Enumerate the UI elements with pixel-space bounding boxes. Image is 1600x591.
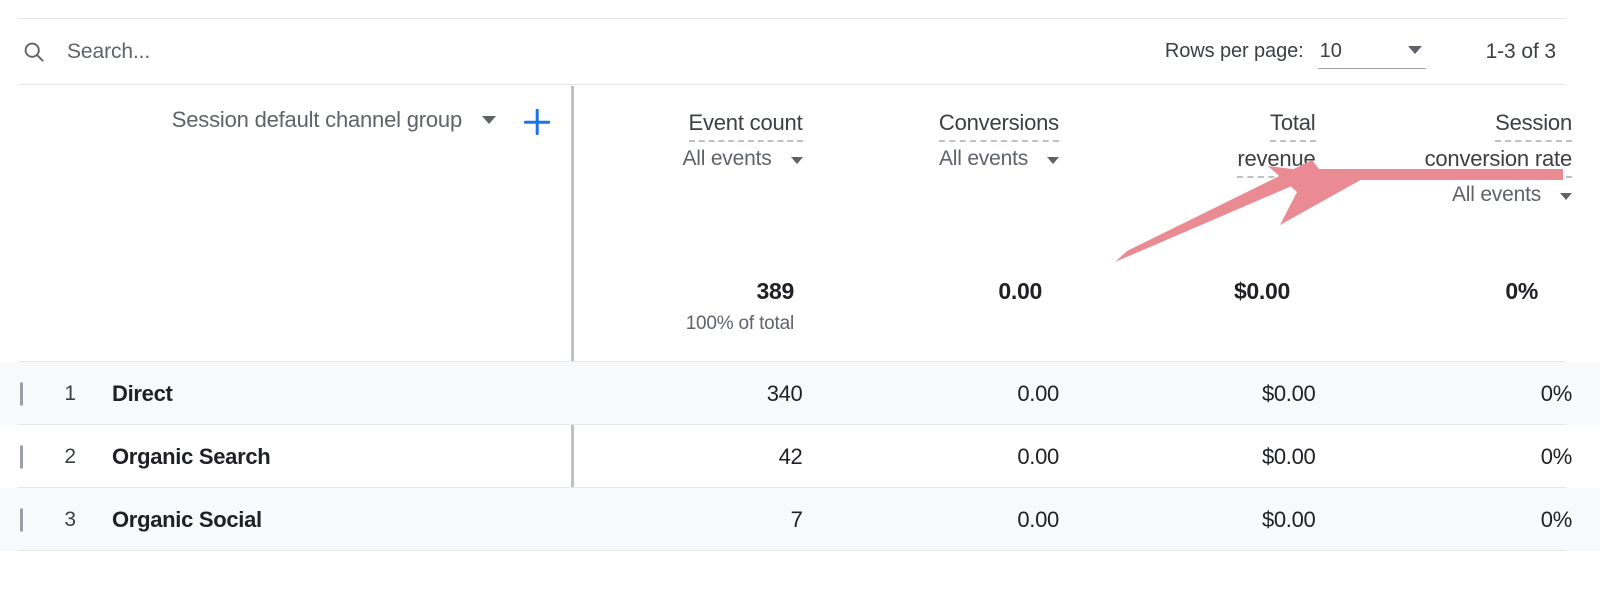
row-metric-session-conversion-rate: 0% (1540, 443, 1573, 469)
chevron-down-icon (1047, 157, 1059, 164)
report-table: Rows per page: 10 1-3 of 3 Session defau… (0, 0, 1600, 591)
row-index: 1 (64, 381, 76, 405)
metric-subselector-label: All events (938, 147, 1028, 170)
row-index: 2 (64, 444, 76, 468)
total-subtext: 100% of total (685, 313, 795, 334)
metric-header-title: revenue (1237, 142, 1316, 178)
search-input[interactable] (67, 39, 487, 64)
metric-subselector[interactable]: All events (1452, 183, 1572, 207)
plus-icon[interactable] (522, 107, 552, 137)
row-metric-conversions: 0.00 (1017, 506, 1059, 532)
metric-header-title: Session (1495, 106, 1572, 142)
chevron-down-icon (790, 157, 803, 164)
total-value: 0.00 (998, 278, 1042, 304)
row-metric-total-revenue: $0.00 (1261, 506, 1316, 532)
row-metric-event-count: 42 (778, 443, 803, 469)
row-metrics: 42 0.00 $0.00 0% (574, 444, 1600, 470)
table-toolbar: Rows per page: 10 1-3 of 3 (18, 18, 1566, 85)
chevron-down-icon (1560, 193, 1572, 200)
row-metric-total-revenue: $0.00 (1261, 380, 1316, 406)
totals-row: 389 100% of total 0.00 $0.00 0% (18, 265, 1566, 362)
row-label[interactable]: Organic Search (76, 444, 574, 470)
row-index: 3 (64, 507, 76, 531)
table-row[interactable]: 3 Organic Social 7 0.00 $0.00 0% (0, 488, 1600, 551)
metric-subselector[interactable]: All events (939, 147, 1059, 171)
rows-per-page-select[interactable]: 10 (1317, 35, 1426, 69)
total-cell-event-count: 389 100% of total (574, 265, 822, 361)
total-cell-conversions: 0.00 (822, 265, 1070, 361)
row-metric-session-conversion-rate: 0% (1540, 380, 1573, 406)
row-metric-total-revenue: $0.00 (1261, 443, 1316, 469)
chevron-down-icon[interactable] (482, 116, 496, 124)
total-value: 0% (1505, 278, 1538, 304)
row-metrics: 7 0.00 $0.00 0% (574, 507, 1600, 533)
totals-dimension-cell (18, 265, 572, 361)
search-area[interactable] (18, 19, 1165, 84)
table-row[interactable]: 1 Direct 340 0.00 $0.00 0% (0, 362, 1600, 425)
metric-header-title: Event count (688, 106, 803, 142)
row-metric-conversions: 0.00 (1017, 443, 1059, 469)
metric-header-title: Conversions (938, 106, 1059, 142)
rows-per-page-label: Rows per page: (1164, 40, 1304, 62)
total-cell-total-revenue: $0.00 (1070, 265, 1318, 361)
pagination-range: 1-3 of 3 (1485, 39, 1557, 63)
chevron-down-icon (1407, 46, 1422, 54)
row-divider (18, 550, 1566, 551)
dimension-header-label: Session default channel group (171, 107, 462, 132)
metric-header-title: conversion rate (1424, 142, 1572, 178)
row-checkbox-icon[interactable] (20, 445, 23, 468)
total-value: 389 (756, 278, 795, 304)
metric-subselector-label: All events (1451, 183, 1541, 206)
search-icon (24, 42, 44, 62)
row-metric-event-count: 340 (766, 380, 803, 406)
total-cell-session-conversion-rate: 0% (1318, 265, 1566, 361)
table-body: 1 Direct 340 0.00 $0.00 0% 2 Organic Sea… (0, 362, 1600, 551)
row-metric-event-count: 7 (790, 506, 803, 532)
totals-metric-cells: 389 100% of total 0.00 $0.00 0% (572, 265, 1566, 361)
row-checkbox-icon[interactable] (20, 508, 23, 531)
total-value: $0.00 (1233, 278, 1290, 304)
row-label[interactable]: Direct (76, 381, 574, 407)
metric-subselector[interactable]: All events (682, 147, 803, 171)
row-checkbox-icon[interactable] (20, 382, 23, 405)
row-label[interactable]: Organic Social (76, 507, 574, 533)
metric-header-title: Total (1270, 106, 1316, 142)
metric-subselector-label: All events (682, 147, 772, 170)
pagination-controls: Rows per page: 10 1-3 of 3 (1165, 35, 1566, 69)
table-row[interactable]: 2 Organic Search 42 0.00 $0.00 0% (0, 425, 1600, 488)
row-metrics: 340 0.00 $0.00 0% (574, 381, 1600, 407)
rows-per-page-value: 10 (1319, 39, 1342, 62)
row-metric-session-conversion-rate: 0% (1540, 506, 1573, 532)
row-metric-conversions: 0.00 (1017, 380, 1059, 406)
